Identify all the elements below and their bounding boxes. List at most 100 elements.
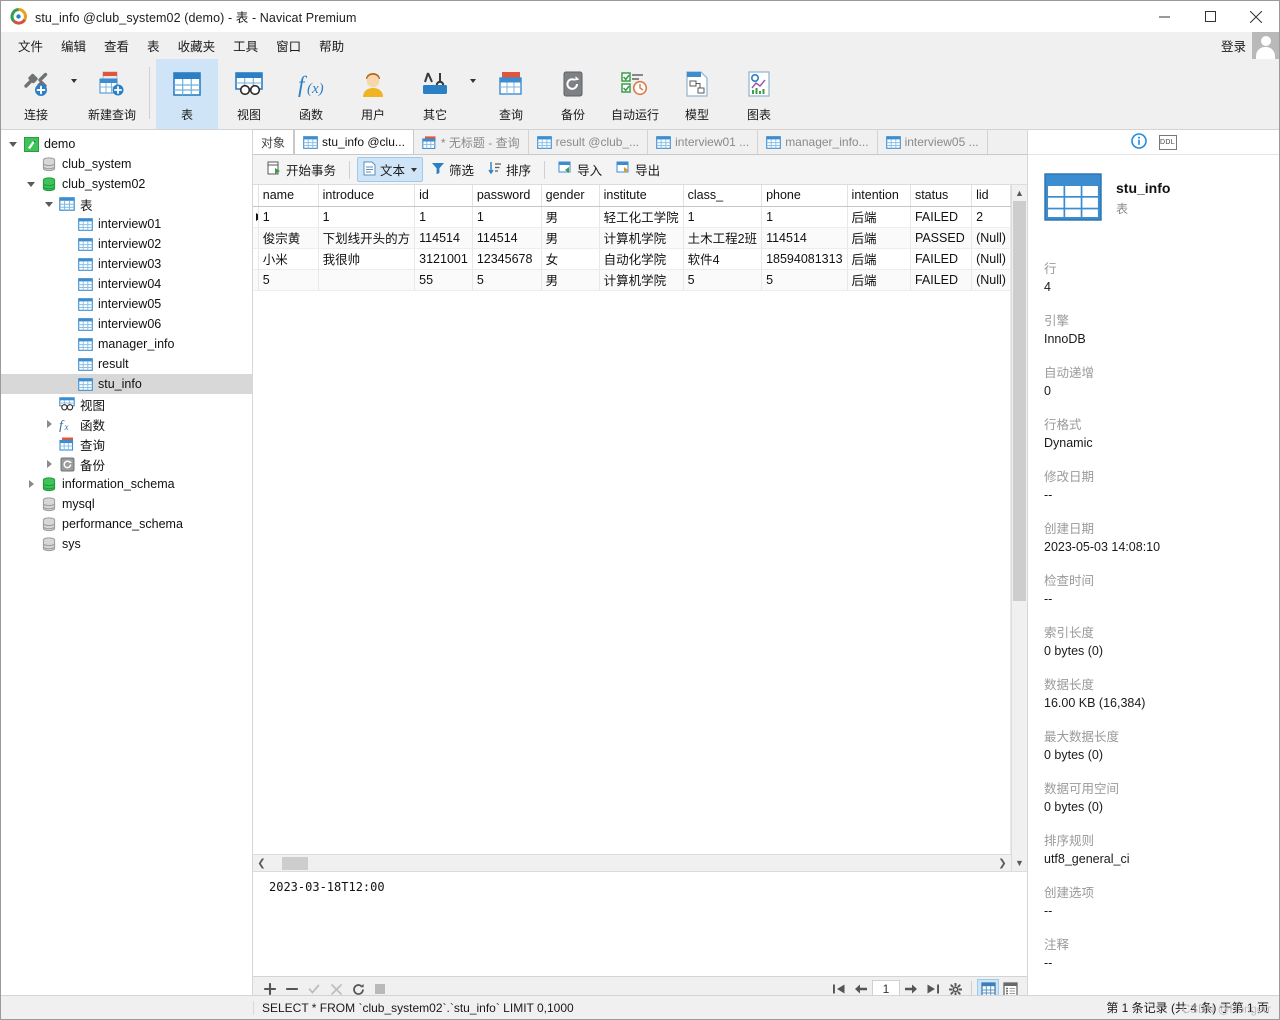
cell-phone[interactable]: 5 (761, 269, 848, 291)
cell-intention[interactable]: 后端 (847, 227, 911, 249)
cell-gender[interactable]: 男 (541, 227, 600, 249)
cell-status[interactable]: FAILED (910, 248, 973, 270)
cell-class_[interactable]: 土木工程2班 (683, 227, 763, 249)
ribbon-table[interactable]: 表 (156, 59, 218, 129)
hscroll-thumb[interactable] (282, 856, 308, 870)
tab-interview01[interactable]: interview01 ... (648, 130, 759, 154)
tab-result-club[interactable]: result @club_... (529, 130, 649, 154)
tree-node-interview02[interactable]: interview02 (1, 234, 252, 254)
vscroll-up-arrow[interactable]: ▲ (1012, 185, 1027, 201)
tab-manager-info[interactable]: manager_info... (758, 130, 878, 154)
row-indicator[interactable] (253, 206, 259, 228)
table-row[interactable]: 1 1 1 1 男轻工化工学院 1 1 后端 FAILED 2 (253, 206, 1011, 228)
chevron-down-icon[interactable] (5, 141, 21, 147)
sort-button[interactable]: 排序 (482, 157, 537, 182)
connection-dropdown-caret[interactable] (67, 59, 81, 129)
cell-gender[interactable]: 男 (541, 269, 600, 291)
data-grid[interactable]: name introduce id password gender institute cl… (253, 185, 1011, 291)
row-indicator[interactable] (253, 269, 259, 291)
cell-institute[interactable]: 计算机学院 (599, 269, 684, 291)
tree-node-interview06[interactable]: interview06 (1, 314, 252, 334)
table-row[interactable]: 俊宗黄 下划线开头的方 114514 114514 男计算机学院 土木工程2班 114514… (253, 227, 1011, 249)
ribbon-query[interactable]: 查询 (480, 59, 542, 129)
editor-tab-strip[interactable]: 对象 stu_info @clu... * 无标题 - 查询 result @club… (253, 129, 1027, 155)
tab-[interactable]: * 无标题 - 查询 (414, 130, 529, 154)
object-tree[interactable]: demo club_system club_system02 表 interview01… (1, 134, 252, 554)
table-row[interactable]: 5 55 5 男计算机学院 5 5 后端 FAILED (Null) (253, 269, 1011, 291)
chevron-right-icon[interactable] (41, 420, 57, 428)
avatar[interactable] (1252, 32, 1279, 59)
login-link[interactable]: 登录 (1221, 36, 1252, 55)
grid-header-gender[interactable]: gender (541, 185, 600, 207)
ribbon-new-query[interactable]: 新建查询 (81, 59, 143, 129)
menu-item-edit[interactable]: 编辑 (52, 32, 95, 59)
hscroll-track[interactable] (270, 856, 994, 870)
cell-preview-pane[interactable]: 2023-03-18T12:00 (253, 871, 1027, 976)
tree-node-information_schema[interactable]: information_schema (1, 474, 252, 494)
export-button[interactable]: 导出 (610, 157, 666, 182)
tab-interview05[interactable]: interview05 ... (878, 130, 988, 154)
chevron-right-icon[interactable] (41, 460, 57, 468)
cell-phone[interactable]: 1 (761, 206, 848, 228)
cell-id[interactable]: 114514 (414, 227, 473, 249)
cell-password[interactable]: 1 (472, 206, 542, 228)
close-button[interactable] (1233, 1, 1279, 32)
tree-node-club_system02[interactable]: club_system02 (1, 174, 252, 194)
menu-item-table[interactable]: 表 (138, 32, 169, 59)
ribbon-view[interactable]: 视图 (218, 59, 280, 129)
menu-item-tools[interactable]: 工具 (224, 32, 267, 59)
cell-intention[interactable]: 后端 (847, 269, 911, 291)
import-button[interactable]: 导入 (552, 157, 608, 182)
cell-class_[interactable]: 1 (683, 206, 763, 228)
tree-node-interview04[interactable]: interview04 (1, 274, 252, 294)
ribbon-chart[interactable]: 图表 (728, 59, 790, 129)
tree-node-mysql[interactable]: mysql (1, 494, 252, 514)
cell-password[interactable]: 12345678 (472, 248, 542, 270)
table-row[interactable]: 小米 我很帅 3121001 12345678 女自动化学院 软件4 18594081313… (253, 248, 1011, 270)
cell-phone[interactable]: 18594081313 (761, 248, 848, 270)
tree-node-club_system[interactable]: club_system (1, 154, 252, 174)
cell-password[interactable]: 114514 (472, 227, 542, 249)
ribbon-backup[interactable]: 备份 (542, 59, 604, 129)
ribbon-automation[interactable]: 自动运行 (604, 59, 666, 129)
tree-node-interview03[interactable]: interview03 (1, 254, 252, 274)
tree-node-result[interactable]: result (1, 354, 252, 374)
ribbon-user[interactable]: 用户 (342, 59, 404, 129)
cell-class_[interactable]: 软件4 (683, 248, 763, 270)
info-icon[interactable] (1130, 132, 1147, 152)
cell-lid[interactable]: (Null) (971, 227, 1011, 249)
cell-password[interactable]: 5 (472, 269, 542, 291)
cell-gender[interactable]: 男 (541, 206, 600, 228)
cell-introduce[interactable]: 1 (318, 206, 416, 228)
cell-name[interactable]: 1 (258, 206, 319, 228)
hscroll-right-arrow[interactable]: ❯ (994, 858, 1011, 869)
tree-node-interview01[interactable]: interview01 (1, 214, 252, 234)
hscroll-left-arrow[interactable]: ❮ (253, 858, 270, 869)
cell-name[interactable]: 俊宗黄 (258, 227, 319, 249)
cell-introduce[interactable] (318, 269, 416, 291)
filter-button[interactable]: 筛选 (425, 157, 480, 182)
tree-node--[interactable]: 备份 (1, 454, 252, 474)
row-indicator[interactable] (253, 227, 259, 249)
tree-node-performance_schema[interactable]: performance_schema (1, 514, 252, 534)
row-indicator[interactable] (253, 248, 259, 270)
cell-status[interactable]: FAILED (910, 269, 973, 291)
grid-header-id[interactable]: id (414, 185, 473, 207)
cell-lid[interactable]: (Null) (971, 248, 1011, 270)
cell-id[interactable]: 1 (414, 206, 473, 228)
tree-node--[interactable]: 查询 (1, 434, 252, 454)
tab-stu-info-clu[interactable]: stu_info @clu... (294, 129, 414, 154)
vscroll-track[interactable] (1012, 201, 1027, 855)
cell-intention[interactable]: 后端 (847, 206, 911, 228)
navigation-sidebar[interactable]: demo club_system club_system02 表 interview01… (1, 130, 253, 1001)
cell-introduce[interactable]: 我很帅 (318, 248, 416, 270)
grid-header-phone[interactable]: phone (761, 185, 848, 207)
tree-node-demo[interactable]: demo (1, 134, 252, 154)
grid-header-introduce[interactable]: introduce (318, 185, 416, 207)
menu-item-help[interactable]: 帮助 (310, 32, 353, 59)
grid-vertical-scrollbar[interactable]: ▲ ▼ (1011, 185, 1027, 871)
cell-gender[interactable]: 女 (541, 248, 600, 270)
grid-header-class_[interactable]: class_ (683, 185, 763, 207)
other-dropdown-caret[interactable] (466, 59, 480, 129)
vscroll-down-arrow[interactable]: ▼ (1012, 855, 1027, 871)
